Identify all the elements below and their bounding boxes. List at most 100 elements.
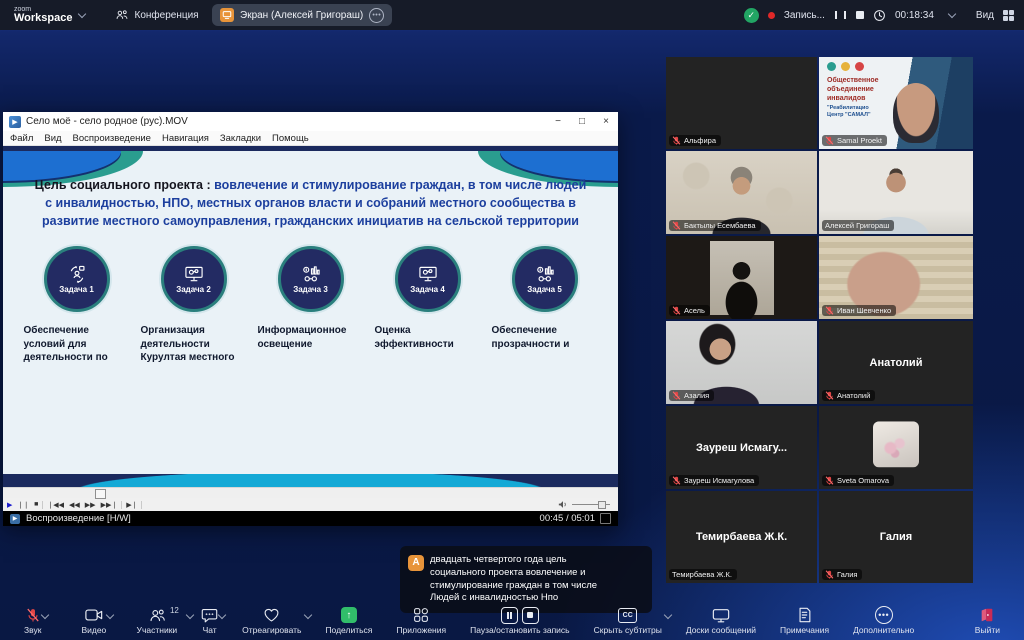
mic-muted-icon (672, 221, 681, 230)
participant-tile-anatoliy[interactable]: Анатолий Анатолий (819, 321, 973, 404)
mic-muted-icon (825, 306, 834, 315)
frame-indicator-icon (600, 513, 611, 524)
record-dot-icon (768, 12, 775, 19)
task-desc: Обеспечение условий для деятельности по (24, 324, 130, 365)
mic-muted-icon (825, 476, 834, 485)
minimize-button[interactable]: − (546, 116, 570, 127)
react-button[interactable]: Отреагировать (242, 606, 301, 635)
participant-tile-aleksey-active-speaker[interactable]: Алексей Григораш (819, 151, 973, 234)
participant-name-label: Анатолий (822, 390, 875, 401)
participant-tile-temirbaeva[interactable]: Темирбаева Ж.К. Темирбаева Ж.К. (666, 491, 817, 583)
participant-silhouette (893, 83, 939, 143)
participant-name-label: Алексей Григораш (822, 220, 894, 231)
task-item: Задача 5 Обеспечение прозрачности и (486, 246, 603, 365)
captions-options-chevron-icon[interactable] (664, 611, 672, 619)
speaker-icon (558, 500, 568, 509)
share-screen-button[interactable]: ↑ Поделиться (325, 606, 372, 635)
menu-bookmarks[interactable]: Закладки (220, 133, 261, 144)
play-button[interactable]: ▶ (7, 501, 12, 509)
audio-button[interactable]: Звук (24, 606, 41, 635)
mic-muted-icon (672, 476, 681, 485)
menu-playback[interactable]: Воспроизведение (73, 133, 151, 144)
audio-options-chevron-icon[interactable] (41, 611, 49, 619)
tab-shared-screen[interactable]: Экран (Алексей Григораш) ••• (212, 4, 392, 26)
stop-recording-button[interactable] (856, 11, 864, 19)
more-button[interactable]: ••• Дополнительно (853, 606, 914, 635)
player-menu-bar: Файл Вид Воспроизведение Навигация Закла… (3, 131, 618, 146)
participant-tile-samal-proekt[interactable]: Общественное объединение инвалидов "Реаб… (819, 57, 973, 149)
task-item: Задача 1 Обеспечение условий для деятель… (18, 246, 135, 365)
volume-control[interactable] (558, 500, 618, 509)
tab-meeting[interactable]: Конференция (115, 8, 199, 22)
heart-icon (263, 607, 280, 623)
captions-button[interactable]: CC Скрыть субтитры (594, 606, 662, 635)
skip-start-button[interactable]: ❘◀◀ (47, 501, 64, 509)
participants-options-chevron-icon[interactable] (186, 611, 194, 619)
frame-step-button[interactable]: ▶❘ (126, 501, 137, 509)
task-circle-4: Задача 4 (395, 246, 461, 312)
mic-muted-icon (672, 391, 681, 400)
media-player-window: ▶ Село моё - село родное (рус).MOV − □ ×… (3, 112, 618, 524)
participant-tile-ivan[interactable]: Иван Шевченко (819, 236, 973, 319)
notes-button[interactable]: Примечания (780, 606, 829, 635)
view-grid-icon[interactable] (1003, 10, 1014, 21)
rewind-button[interactable]: ◀◀ (69, 501, 80, 509)
ellipsis-icon: ••• (875, 606, 893, 624)
workspace-chevron-down-icon[interactable] (77, 10, 85, 18)
chat-options-chevron-icon[interactable] (218, 611, 226, 619)
seek-bar[interactable] (3, 487, 618, 498)
status-play-icon: ▶ (10, 514, 20, 524)
recording-label: Запись... (784, 10, 825, 21)
participants-icon (148, 607, 166, 624)
menu-file[interactable]: Файл (10, 133, 33, 144)
whiteboards-button[interactable]: Доски сообщений (686, 606, 756, 635)
react-options-chevron-icon[interactable] (304, 611, 312, 619)
volume-slider[interactable] (572, 504, 610, 505)
chat-button[interactable]: Чат (201, 606, 218, 635)
leave-meeting-button[interactable]: Выйти (975, 606, 1000, 635)
people-process-icon (67, 265, 87, 284)
task-circle-1: Задача 1 (44, 246, 110, 312)
video-button[interactable]: Видео (81, 606, 106, 635)
participant-tile-alfira[interactable]: Альфира (666, 57, 817, 149)
participant-name-label: Зауреш Исмагулова (669, 475, 759, 486)
caption-line: социального проекта вовлечение и (430, 567, 642, 580)
security-shield-icon[interactable]: ✓ (744, 8, 759, 23)
participants-count-badge: 12 (170, 606, 179, 615)
fast-forward-button[interactable]: ▶▶ (85, 501, 96, 509)
pause-recording-button[interactable] (834, 11, 847, 19)
pause-stop-recording-button[interactable]: Пауза/остановить запись (470, 606, 570, 635)
virtual-background-text: "Реабилитацио Центр "САМАЛ" (827, 105, 871, 119)
stop-button[interactable]: ■ (34, 501, 38, 508)
virtual-background-text: Общественное объединение инвалидов (827, 77, 879, 103)
timer-chevron-down-icon[interactable] (948, 10, 956, 18)
participants-button[interactable]: 12 Участники (137, 606, 178, 635)
skip-end-button[interactable]: ▶▶❘ (101, 501, 118, 509)
participant-tile-galiya[interactable]: Галия Галия (819, 491, 973, 583)
view-button-label[interactable]: Вид (976, 10, 994, 21)
people-icon (115, 8, 129, 22)
participant-name-label: Альфира (669, 135, 721, 146)
mic-muted-icon (825, 391, 834, 400)
volume-thumb[interactable] (598, 501, 606, 509)
participant-tile-baktyly[interactable]: Бактылы Есембаева (666, 151, 817, 234)
participant-tile-azaliya[interactable]: Азалия (666, 321, 817, 404)
logo-line-workspace: Workspace (14, 13, 73, 24)
player-title-bar[interactable]: ▶ Село моё - село родное (рус).MOV − □ × (3, 112, 618, 131)
stop-record-icon[interactable] (522, 607, 539, 624)
pause-button[interactable]: ❘❘ (17, 501, 29, 509)
share-tab-options-icon[interactable]: ••• (369, 8, 384, 23)
menu-view[interactable]: Вид (44, 133, 61, 144)
participant-tile-zauresh[interactable]: Зауреш Исмагу... Зауреш Исмагулова (666, 406, 817, 489)
seek-thumb[interactable] (95, 489, 106, 499)
analytics-gears-icon (535, 265, 555, 284)
participant-tile-asel[interactable]: Асель (666, 236, 817, 319)
menu-help[interactable]: Помощь (272, 133, 309, 144)
participant-tile-sveta[interactable]: Sveta Omarova (819, 406, 973, 489)
menu-navigation[interactable]: Навигация (162, 133, 209, 144)
apps-button[interactable]: Приложения (396, 606, 446, 635)
close-button[interactable]: × (594, 116, 618, 127)
maximize-button[interactable]: □ (570, 116, 594, 127)
pause-record-icon[interactable] (501, 607, 518, 624)
video-options-chevron-icon[interactable] (106, 611, 114, 619)
